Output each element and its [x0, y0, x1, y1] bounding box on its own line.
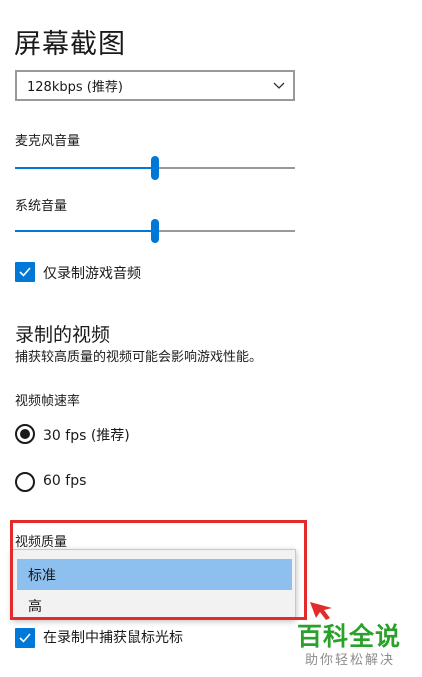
radio-30fps-label: 30 fps (推荐) — [43, 428, 130, 444]
page-title: 屏幕截图 — [14, 29, 126, 60]
slider-thumb[interactable] — [151, 156, 159, 180]
slider-thumb[interactable] — [151, 219, 159, 243]
slider-fill — [15, 167, 155, 169]
section-title-recorded-video: 录制的视频 — [15, 324, 111, 346]
game-audio-only-checkbox[interactable] — [15, 262, 35, 282]
game-audio-only-label: 仅录制游戏音频 — [43, 266, 141, 282]
watermark-subtext: 助你轻松解决 — [305, 653, 396, 668]
radio-60fps-label: 60 fps — [43, 473, 87, 489]
audio-quality-value: 128kbps (推荐) — [27, 80, 123, 95]
system-volume-slider[interactable] — [15, 218, 295, 244]
audio-quality-select[interactable]: 128kbps (推荐) — [15, 70, 295, 101]
system-volume-label: 系统音量 — [15, 199, 68, 214]
microphone-volume-label: 麦克风音量 — [15, 134, 81, 149]
capture-cursor-label: 在录制中捕获鼠标光标 — [43, 630, 183, 646]
frame-rate-label: 视频帧速率 — [15, 394, 81, 409]
highlight-box — [10, 520, 307, 620]
checkmark-icon — [19, 267, 31, 277]
radio-60fps[interactable] — [15, 472, 35, 492]
radio-30fps[interactable] — [15, 424, 35, 444]
slider-fill — [15, 230, 155, 232]
microphone-volume-slider[interactable] — [15, 155, 295, 181]
checkmark-icon — [19, 633, 31, 643]
capture-cursor-checkbox[interactable] — [15, 628, 35, 648]
chevron-down-icon — [273, 82, 285, 89]
watermark-logo: 百科全说 — [297, 622, 402, 651]
section-description: 捕获较高质量的视频可能会影响游戏性能。 — [15, 350, 263, 365]
